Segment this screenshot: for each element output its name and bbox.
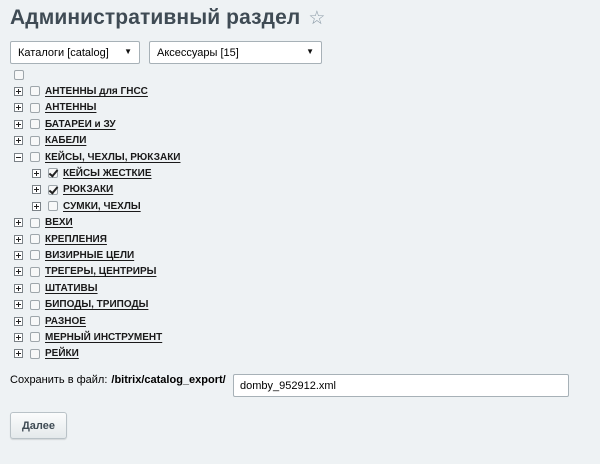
tree-row: КАБЕЛИ [14, 133, 86, 149]
tree-row: КЕЙСЫ ЖЕСТКИЕ [32, 165, 152, 181]
chevron-down-icon: ▼ [306, 47, 314, 56]
chevron-down-icon: ▼ [124, 47, 132, 56]
section-link[interactable]: ВИЗИРНЫЕ ЦЕЛИ [45, 250, 134, 261]
filename-input[interactable] [233, 374, 569, 397]
section-link[interactable]: КРЕПЛЕНИЯ [45, 234, 107, 245]
tree-row: ВИЗИРНЫЕ ЦЕЛИ [14, 247, 134, 263]
next-button[interactable]: Далее [10, 412, 67, 439]
section-link[interactable]: АНТЕННЫ для ГНСС [45, 86, 148, 97]
section-link[interactable]: РЕЙКИ [45, 348, 79, 359]
section-checkbox[interactable] [30, 102, 40, 113]
section-checkbox[interactable] [30, 152, 40, 162]
section-checkbox[interactable] [30, 86, 40, 97]
expand-icon[interactable] [14, 300, 23, 310]
section-link[interactable]: ТРЕГЕРЫ, ЦЕНТРИРЫ [45, 266, 156, 277]
save-label: Сохранить в файл: [10, 374, 108, 386]
section-checkbox[interactable] [30, 119, 40, 130]
expand-icon[interactable] [14, 234, 23, 244]
section-link[interactable]: ШТАТИВЫ [45, 283, 98, 294]
catalog-select[interactable]: Каталоги [catalog] ▼ [10, 41, 140, 64]
section-link[interactable]: БАТАРЕИ и ЗУ [45, 119, 116, 130]
section-checkbox[interactable] [30, 332, 40, 343]
tree-row: БАТАРЕИ и ЗУ [14, 116, 116, 132]
section-checkbox[interactable] [30, 266, 40, 277]
section-checkbox[interactable] [30, 316, 40, 326]
expand-icon[interactable] [14, 86, 23, 96]
section-link[interactable]: РЮКЗАКИ [63, 184, 113, 195]
section-link[interactable]: КАБЕЛИ [45, 135, 86, 146]
section-checkbox[interactable] [30, 234, 40, 244]
tree-row: ТРЕГЕРЫ, ЦЕНТРИРЫ [14, 264, 156, 280]
star-icon[interactable]: ☆ [308, 9, 325, 28]
section-checkbox[interactable] [30, 135, 40, 146]
expand-icon[interactable] [14, 136, 23, 146]
expand-icon[interactable] [32, 201, 41, 211]
tree-row: РАЗНОЕ [14, 313, 86, 329]
tree-row: КЕЙСЫ, ЧЕХЛЫ, РЮКЗАКИ [14, 149, 181, 165]
section-link[interactable]: КЕЙСЫ, ЧЕХЛЫ, РЮКЗАКИ [45, 152, 181, 163]
save-path: /bitrix/catalog_export/ [111, 374, 226, 386]
tree-row: АНТЕННЫ [14, 100, 96, 116]
section-checkbox[interactable] [30, 217, 40, 228]
tree-row: АНТЕННЫ для ГНСС [14, 83, 148, 99]
section-checkbox[interactable] [30, 299, 40, 310]
section-link[interactable]: КЕЙСЫ ЖЕСТКИЕ [63, 168, 152, 179]
section-link[interactable]: СУМКИ, ЧЕХЛЫ [63, 201, 141, 212]
catalog-select-value: Каталоги [catalog] [18, 46, 109, 59]
expand-icon[interactable] [32, 168, 41, 178]
section-checkbox[interactable] [48, 168, 58, 179]
expand-icon[interactable] [14, 332, 23, 342]
collapse-icon[interactable] [14, 152, 23, 162]
expand-icon[interactable] [14, 103, 23, 113]
section-checkbox[interactable] [14, 70, 24, 80]
expand-icon[interactable] [14, 316, 23, 326]
page-title: Административный раздел [10, 6, 301, 29]
expand-icon[interactable] [14, 119, 23, 129]
tree-row: РЮКЗАКИ [32, 182, 113, 198]
section-checkbox[interactable] [48, 184, 58, 195]
tree-row [14, 67, 29, 83]
section-checkbox[interactable] [48, 201, 58, 212]
section-checkbox[interactable] [30, 250, 40, 261]
tree-row: РЕЙКИ [14, 346, 79, 362]
section-link[interactable]: РАЗНОЕ [45, 316, 86, 327]
tree-row: МЕРНЫЙ ИНСТРУМЕНТ [14, 329, 162, 345]
section-select-value: Аксессуары [15] [157, 46, 239, 59]
section-link[interactable]: АНТЕННЫ [45, 102, 96, 113]
tree-row: КРЕПЛЕНИЯ [14, 231, 107, 247]
tree-row: ШТАТИВЫ [14, 280, 98, 296]
expand-icon[interactable] [32, 185, 41, 195]
section-link[interactable]: МЕРНЫЙ ИНСТРУМЕНТ [45, 332, 162, 343]
expand-icon[interactable] [14, 218, 23, 228]
expand-icon[interactable] [14, 349, 23, 359]
expand-icon[interactable] [14, 283, 23, 293]
tree-row: БИПОДЫ, ТРИПОДЫ [14, 297, 148, 313]
expand-icon[interactable] [14, 250, 23, 260]
tree-row: ВЕХИ [14, 215, 73, 231]
save-file-row: Сохранить в файл: /bitrix/catalog_export… [10, 374, 226, 386]
section-link[interactable]: БИПОДЫ, ТРИПОДЫ [45, 299, 148, 310]
tree-row: СУМКИ, ЧЕХЛЫ [32, 198, 141, 214]
section-checkbox[interactable] [30, 348, 40, 359]
section-select[interactable]: Аксессуары [15] ▼ [149, 41, 322, 64]
page-title-block: Административный раздел ☆ [10, 6, 325, 30]
section-link[interactable]: ВЕХИ [45, 217, 73, 228]
expand-icon[interactable] [14, 267, 23, 277]
section-checkbox[interactable] [30, 283, 40, 294]
